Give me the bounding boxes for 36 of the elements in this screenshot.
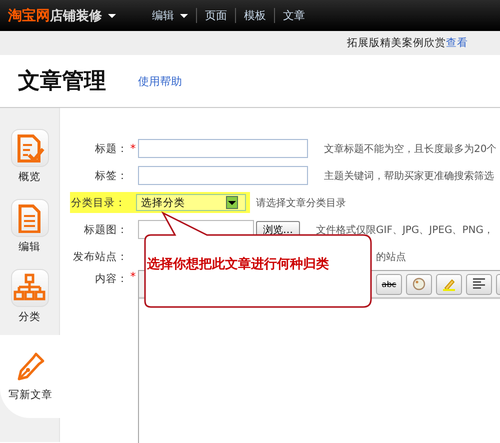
- category-select[interactable]: 选择分类: [136, 194, 246, 211]
- align-left-icon: [472, 278, 486, 290]
- menu-item[interactable]: 模板: [236, 8, 275, 23]
- logo-text: 淘宝网: [8, 6, 50, 24]
- text-field[interactable]: [138, 139, 308, 158]
- hint-text: 文章标题不能为空，且长度最多为20个: [324, 142, 497, 156]
- hint-text: 文件格式仅限GIF、JPG、JPEG、PNG，: [316, 224, 494, 236]
- notice-text: 拓展版精美案例欣赏: [347, 36, 446, 50]
- view-link[interactable]: 查看: [446, 36, 468, 50]
- text-field[interactable]: [138, 166, 308, 185]
- shop-decor-menu[interactable]: 店铺装修: [50, 6, 116, 24]
- pencil-icon: [442, 277, 456, 291]
- help-link[interactable]: 使用帮助: [138, 74, 182, 88]
- required-mark: *: [129, 142, 137, 155]
- menu-item[interactable]: 编辑: [144, 8, 197, 23]
- field-label: 标题图：: [83, 222, 128, 236]
- field-label: 分类目录：: [70, 196, 126, 210]
- field-label: 标签：: [94, 168, 128, 182]
- menu-item[interactable]: 页面: [197, 8, 236, 23]
- hint-text: 的站点: [376, 250, 406, 264]
- page-title: 文章管理: [18, 68, 106, 96]
- field-label: 内容：: [94, 272, 128, 286]
- hint-text: 主题关键词，帮助买家更准确搜索筛选: [324, 170, 494, 182]
- hint-text: 请选择文章分类目录: [256, 196, 346, 210]
- callout-text: 选择你想把此文章进行何种归类: [147, 256, 329, 273]
- hierarchy-icon: [13, 273, 46, 303]
- required-mark: *: [129, 270, 137, 283]
- sidebar-item[interactable]: 写新文章: [0, 335, 61, 418]
- sidebar-item[interactable]: 分类: [0, 269, 59, 324]
- toolbar-button[interactable]: [466, 274, 492, 294]
- field-label: 发布站点：: [72, 250, 128, 264]
- strikethrough-button[interactable]: abc: [376, 274, 402, 294]
- field-label: 标题：: [94, 142, 128, 156]
- menu-item[interactable]: 文章: [275, 8, 313, 23]
- sidebar-item[interactable]: 编辑: [0, 199, 59, 254]
- sidebar-item[interactable]: 概览: [0, 129, 59, 184]
